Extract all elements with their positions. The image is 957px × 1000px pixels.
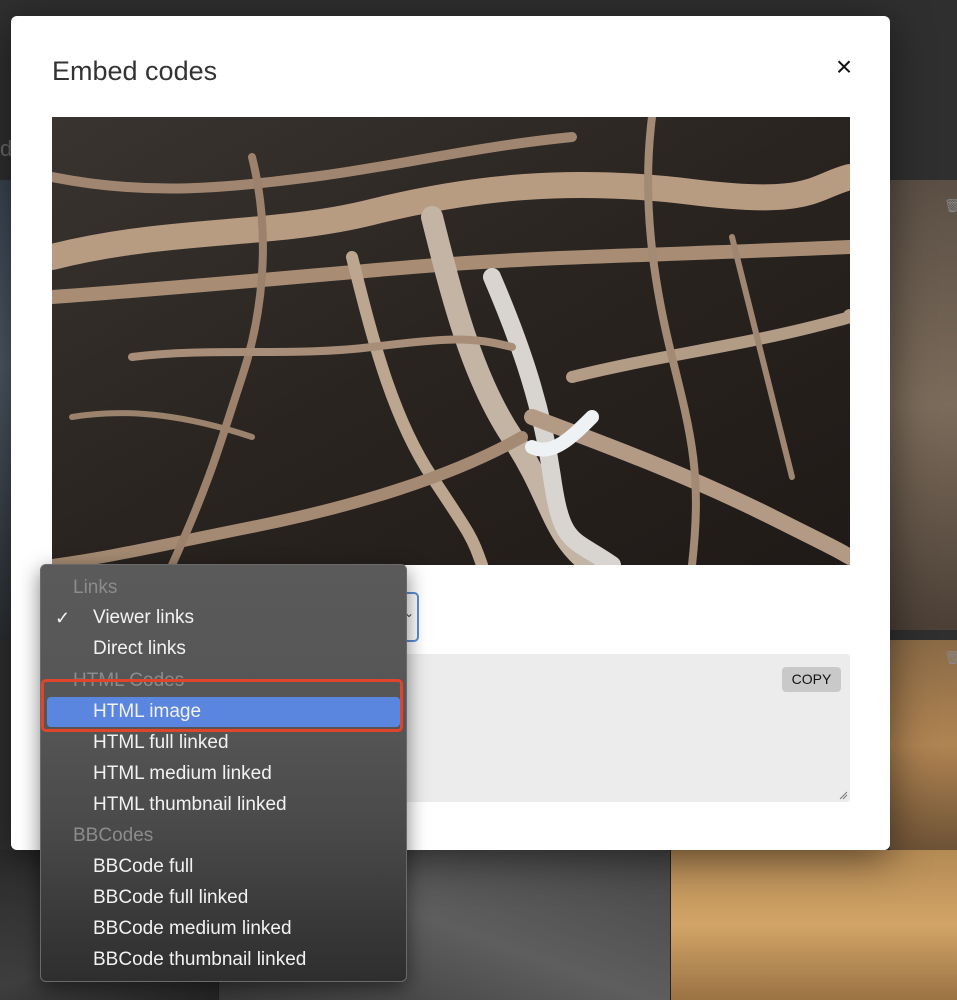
option-label: BBCode full linked	[93, 887, 249, 908]
option-label: Viewer links	[93, 607, 195, 628]
option-bbcode-thumbnail-linked[interactable]: BBCode thumbnail linked	[47, 945, 400, 975]
option-bbcode-medium-linked[interactable]: BBCode medium linked	[47, 914, 400, 944]
option-viewer-links[interactable]: ✓ Viewer links	[47, 603, 400, 633]
option-label: HTML image	[93, 701, 202, 722]
option-label: HTML medium linked	[93, 763, 272, 784]
trash-icon[interactable]: 🗑	[944, 650, 957, 665]
option-html-medium-linked[interactable]: HTML medium linked	[47, 759, 400, 789]
braided-river-image	[52, 117, 850, 565]
close-icon[interactable]: ×	[831, 53, 857, 81]
option-bbcode-full[interactable]: BBCode full	[47, 852, 400, 882]
option-label: Direct links	[93, 638, 186, 659]
checkmark-icon: ✓	[55, 608, 71, 628]
background-thumbnail[interactable]	[670, 850, 957, 1000]
option-direct-links[interactable]: Direct links	[47, 634, 400, 664]
option-html-image[interactable]: HTML image	[47, 697, 400, 727]
option-label: BBCode thumbnail linked	[93, 949, 307, 970]
background-thumbnail[interactable]	[890, 640, 957, 850]
option-label: BBCode full	[93, 856, 194, 877]
embed-type-dropdown: Links ✓ Viewer links Direct links HTML C…	[40, 564, 407, 982]
resize-handle-icon[interactable]	[838, 790, 848, 800]
option-html-thumbnail-linked[interactable]: HTML thumbnail linked	[47, 790, 400, 820]
option-label: HTML full linked	[93, 732, 229, 753]
group-label-html-codes: HTML Codes	[73, 670, 185, 691]
trash-icon[interactable]: 🗑	[944, 198, 957, 213]
background-thumbnail[interactable]	[890, 180, 957, 630]
copy-button[interactable]: COPY	[782, 667, 841, 692]
group-label-links: Links	[73, 577, 118, 598]
image-preview	[52, 117, 850, 565]
option-bbcode-full-linked[interactable]: BBCode full linked	[47, 883, 400, 913]
group-label-bbcodes: BBCodes	[73, 825, 154, 846]
modal-title: Embed codes	[52, 56, 218, 86]
option-label: HTML thumbnail linked	[93, 794, 287, 815]
option-html-full-linked[interactable]: HTML full linked	[47, 728, 400, 758]
option-label: BBCode medium linked	[93, 918, 292, 939]
